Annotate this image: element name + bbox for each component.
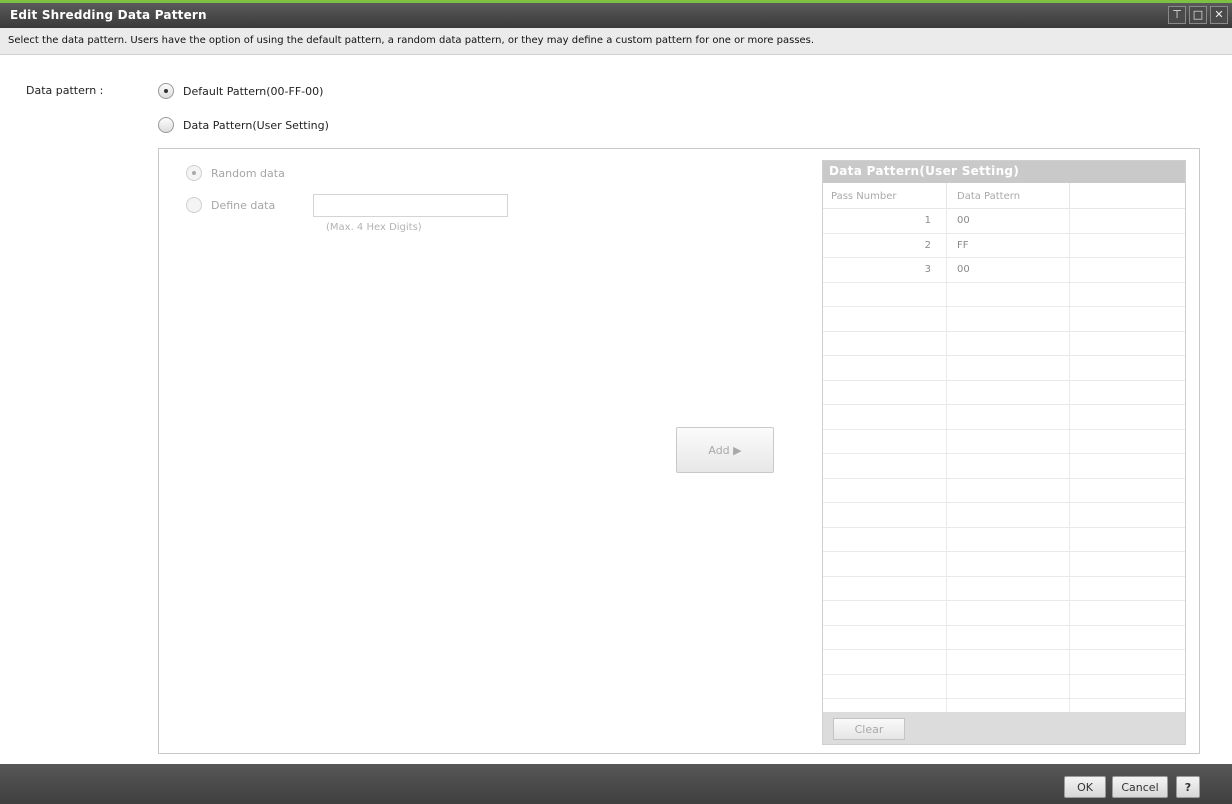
empty-row [823, 601, 1185, 626]
define-data-input[interactable] [313, 194, 508, 217]
random-data-label: Random data [211, 166, 285, 180]
help-button[interactable]: ? [1176, 776, 1200, 798]
empty-row [823, 356, 1185, 381]
clear-button[interactable]: Clear [833, 718, 905, 740]
pin-icon[interactable]: ⊤ [1168, 6, 1186, 24]
column-data-pattern[interactable]: Data Pattern [947, 183, 1070, 208]
empty-row [823, 380, 1185, 405]
add-button[interactable]: Add ▶ [676, 427, 774, 473]
pass-number-cell: 2 [823, 233, 947, 257]
empty-row [823, 552, 1185, 577]
empty-row [823, 576, 1185, 601]
empty-row [823, 478, 1185, 503]
data-pattern-table: Data Pattern(User Setting) Pass Number D… [822, 160, 1186, 745]
data-pattern-cell: FF [947, 233, 1070, 257]
table-title: Data Pattern(User Setting) [823, 161, 1185, 183]
empty-row [823, 429, 1185, 454]
random-data-radio[interactable] [186, 165, 202, 181]
ok-button[interactable]: OK [1064, 776, 1106, 798]
data-pattern-cell: 00 [947, 258, 1070, 282]
table-row[interactable]: 2 FF [823, 233, 1185, 258]
empty-row [823, 282, 1185, 307]
empty-row [823, 674, 1185, 699]
footer-bar: OK Cancel ? [0, 764, 1232, 804]
empty-row [823, 650, 1185, 675]
default-pattern-radio[interactable] [158, 83, 174, 99]
data-pattern-label: Data pattern : [26, 84, 104, 97]
description-text: Select the data pattern. Users have the … [8, 35, 815, 46]
default-pattern-radio-row[interactable]: Default Pattern(00-FF-00) [158, 83, 323, 99]
empty-row [823, 625, 1185, 650]
table-row[interactable]: 3 00 [823, 258, 1185, 283]
default-pattern-label: Default Pattern(00-FF-00) [183, 84, 324, 98]
define-data-hint: (Max. 4 Hex Digits) [326, 222, 422, 233]
user-pattern-radio-row[interactable]: Data Pattern(User Setting) [158, 117, 329, 133]
window-title: Edit Shredding Data Pattern [10, 8, 207, 22]
title-bar: Edit Shredding Data Pattern ⊤ □ ✕ [0, 0, 1232, 28]
column-spacer [1070, 183, 1185, 208]
cancel-button[interactable]: Cancel [1112, 776, 1168, 798]
empty-row [823, 454, 1185, 479]
random-data-radio-row[interactable]: Random data [186, 165, 285, 181]
empty-row [823, 331, 1185, 356]
clear-bar: Clear [823, 712, 1185, 744]
user-pattern-label: Data Pattern(User Setting) [183, 118, 329, 132]
description-bar: Select the data pattern. Users have the … [0, 28, 1232, 55]
table-row[interactable]: 1 00 [823, 209, 1185, 234]
empty-row [823, 405, 1185, 430]
data-pattern-cell: 00 [947, 209, 1070, 233]
empty-row [823, 503, 1185, 528]
pass-number-cell: 1 [823, 209, 947, 233]
empty-row [823, 527, 1185, 552]
define-data-radio[interactable] [186, 197, 202, 213]
define-data-label: Define data [211, 198, 276, 212]
column-pass-number[interactable]: Pass Number [823, 183, 947, 208]
define-data-radio-row[interactable]: Define data [186, 197, 275, 213]
empty-row [823, 307, 1185, 332]
table-header-row: Pass Number Data Pattern [823, 183, 1185, 209]
maximize-icon[interactable]: □ [1189, 6, 1207, 24]
pass-number-cell: 3 [823, 258, 947, 282]
user-pattern-radio[interactable] [158, 117, 174, 133]
close-icon[interactable]: ✕ [1210, 6, 1228, 24]
